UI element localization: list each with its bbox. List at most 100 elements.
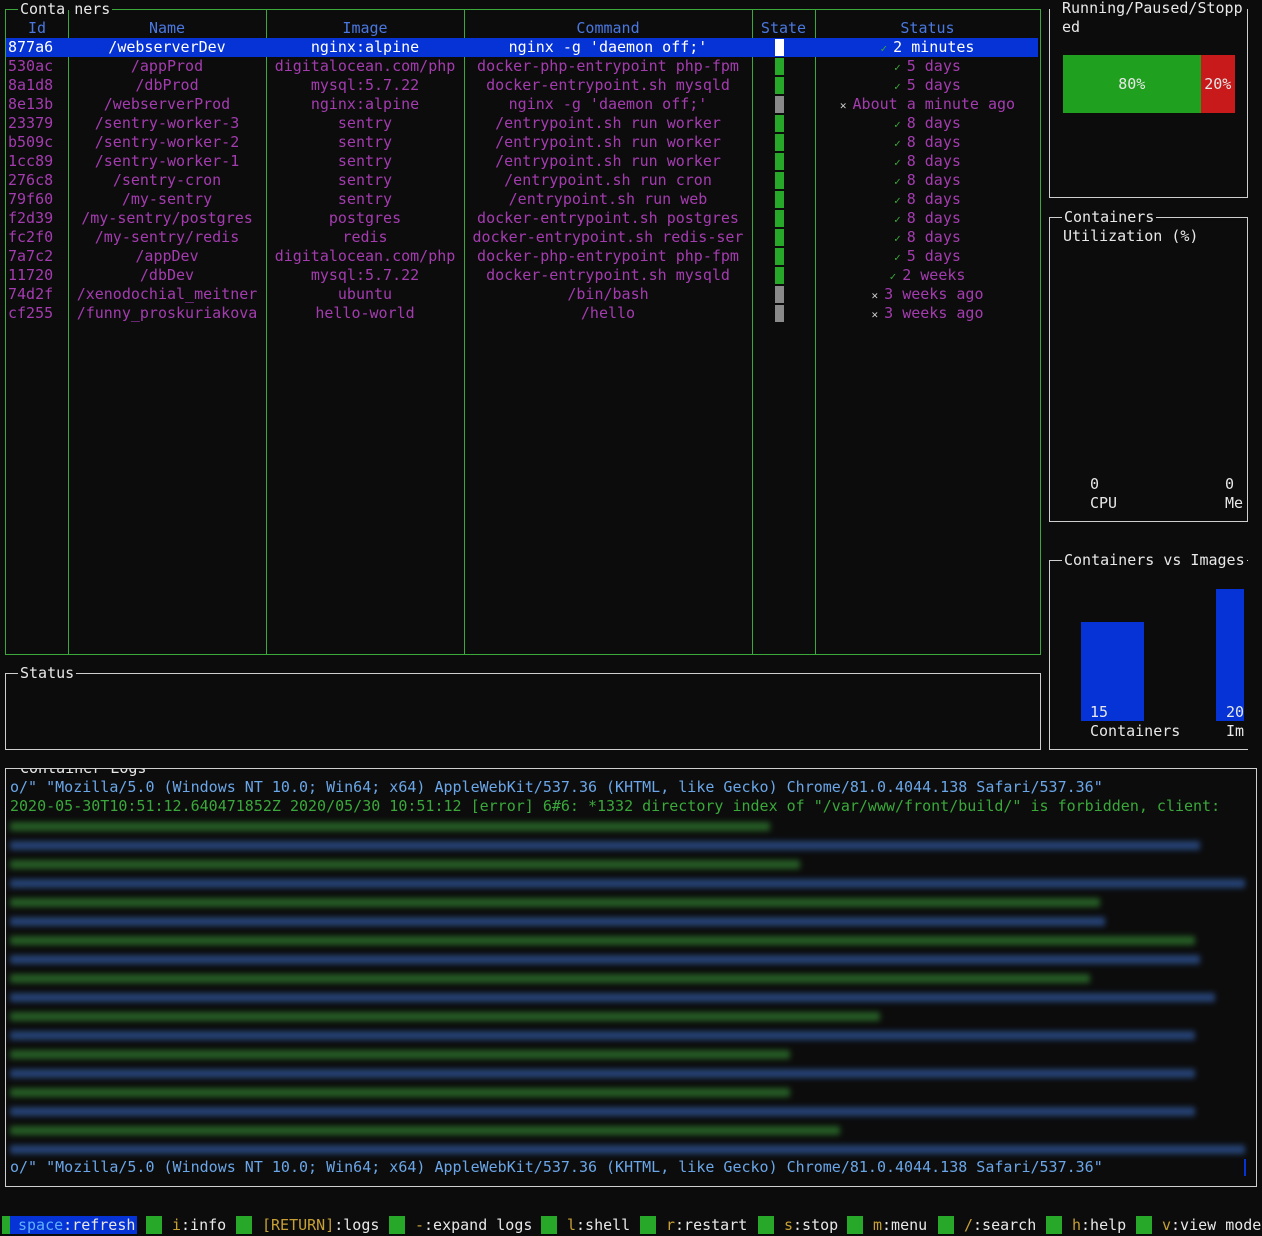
container-logs-title: Container Logs: [18, 769, 149, 778]
utilization-title-line1: Containers: [1062, 208, 1157, 227]
cell-command: docker-entrypoint.sh mysqld: [486, 266, 730, 284]
column-header-state[interactable]: State: [752, 19, 815, 38]
column-header-command[interactable]: Command: [464, 19, 752, 38]
container-row[interactable]: f2d39/my-sentry/postgres postgres docker-e…: [6, 209, 1038, 228]
container-row[interactable]: 23379/sentry-worker-3 sentry/entrypoint.s…: [6, 114, 1038, 133]
blurred-log-line: [10, 1050, 790, 1059]
blurred-log-line: [10, 898, 1100, 907]
key-shell-button[interactable]: l:shell: [567, 1216, 630, 1234]
container-row[interactable]: 1cc89/sentry-worker-1 sentry/entrypoint.s…: [6, 152, 1038, 171]
images-bar: [1216, 589, 1244, 721]
cvi-title: Containers vs Images: [1062, 551, 1247, 570]
key-desc: :help: [1081, 1216, 1127, 1234]
state-indicator: [775, 210, 784, 227]
check-icon: ✓: [894, 137, 901, 150]
cell-status: ✓ 5 days: [815, 247, 1040, 266]
key-separator: [640, 1216, 656, 1234]
blurred-log-line: [10, 974, 1090, 983]
check-icon: ✓: [894, 61, 901, 74]
container-row[interactable]: 79f60/my-sentry sentry/entrypoint.sh run …: [6, 190, 1038, 209]
check-icon: ✓: [894, 213, 901, 226]
container-row[interactable]: 11720/dbDev mysql:5.7.22 docker-entrypoint…: [6, 266, 1038, 285]
cell-id: 530ac: [8, 57, 54, 75]
container-row[interactable]: 530ac/appProd digitalocean.com/php docker-…: [6, 57, 1038, 76]
key-label: space: [18, 1216, 64, 1234]
running-paused-stopped-panel: Running/Paused/Stopp ed 80% 20%: [1049, 0, 1248, 198]
container-row[interactable]: b509c/sentry-worker-2 sentry/entrypoint.s…: [6, 133, 1038, 152]
containers-vs-images-panel: Containers vs Images 15 20 Containers Im: [1049, 551, 1248, 750]
state-indicator: [775, 153, 784, 170]
status-text: 2 weeks: [902, 266, 966, 284]
key-viewmode-button[interactable]: v:view mode: [1162, 1216, 1261, 1234]
container-row[interactable]: 877a6/webserverDev nginx:alpine nginx -g '…: [6, 38, 1038, 57]
log-line-error: 2020-05-30T10:51:12.640471852Z 2020/05/3…: [10, 797, 1221, 815]
key-stop-button[interactable]: s:stop: [784, 1216, 838, 1234]
container-row[interactable]: 8a1d8/dbProd mysql:5.7.22 docker-entrypoin…: [6, 76, 1038, 95]
status-text: 8 days: [906, 114, 961, 132]
cell-name: /appProd: [130, 57, 204, 75]
column-header-id[interactable]: Id: [6, 19, 68, 38]
key-label: /: [964, 1216, 974, 1234]
key-logs-button[interactable]: [RETURN]:logs: [262, 1216, 379, 1234]
cell-image: ubuntu: [337, 285, 393, 303]
container-row[interactable]: fc2f0/my-sentry/redis redis docker-entrypo…: [6, 228, 1038, 247]
cell-image: hello-world: [315, 304, 415, 322]
cell-id: 877a6: [8, 38, 54, 56]
blurred-log-line: [10, 860, 800, 869]
key-desc: :refresh: [63, 1216, 136, 1234]
running-stopped-bar: 80% 20%: [1063, 55, 1235, 113]
state-indicator: [775, 172, 784, 189]
container-row[interactable]: 276c8/sentry-cron sentry/entrypoint.sh ru…: [6, 171, 1038, 190]
cell-command: /hello: [580, 304, 636, 322]
blurred-log-line: [10, 955, 1200, 964]
key-label: r: [666, 1216, 676, 1234]
key-label: l: [567, 1216, 577, 1234]
key-label: m: [873, 1216, 883, 1234]
state-indicator: [775, 229, 784, 246]
cell-name: /sentry-worker-1: [94, 152, 240, 170]
cell-image: sentry: [337, 133, 393, 151]
key-help-button[interactable]: h:help: [1072, 1216, 1126, 1234]
key-menu-button[interactable]: m:menu: [873, 1216, 927, 1234]
key-desc: :search: [973, 1216, 1037, 1234]
column-header-name[interactable]: Name: [68, 19, 266, 38]
cell-name: /sentry-worker-3: [94, 114, 240, 132]
cell-id: 7a7c2: [8, 247, 54, 265]
key-info-button[interactable]: i:info: [172, 1216, 226, 1234]
key-separator: [1046, 1216, 1062, 1234]
key-label: [RETURN]: [262, 1216, 335, 1234]
cell-command: docker-php-entrypoint php-fpm: [477, 247, 739, 265]
column-header-image[interactable]: Image: [266, 19, 464, 38]
key-search-button[interactable]: /:search: [964, 1216, 1036, 1234]
container-logs-panel[interactable]: Container Logs o/" "Mozilla/5.0 (Windows…: [5, 768, 1257, 1187]
cell-command: /entrypoint.sh run web: [508, 190, 708, 208]
container-row[interactable]: 8e13b/webserverProd nginx:alpine nginx -g …: [6, 95, 1038, 114]
key-expandlogs-button[interactable]: -:expand logs: [415, 1216, 532, 1234]
containers-panel: Conta ners Id Name Image Command State S…: [5, 0, 1041, 655]
cell-command: /entrypoint.sh run worker: [495, 152, 721, 170]
check-icon: ✓: [894, 194, 901, 207]
state-indicator: [775, 134, 784, 151]
container-row[interactable]: 74d2f/xenodochial_meitner ubuntu/bin/bash…: [6, 285, 1038, 304]
mem-label: Me: [1225, 494, 1244, 512]
cell-image: sentry: [337, 171, 393, 189]
key-desc: :info: [181, 1216, 227, 1234]
column-header-status[interactable]: Status: [815, 19, 1040, 38]
blurred-log-line: [10, 1088, 790, 1097]
status-text: 5 days: [906, 57, 961, 75]
key-restart-button[interactable]: r:restart: [666, 1216, 747, 1234]
blurred-log-line: [10, 879, 1245, 888]
container-row[interactable]: 7a7c2/appDev digitalocean.com/php docker-p…: [6, 247, 1038, 266]
key-label: s: [784, 1216, 794, 1234]
cell-command: /entrypoint.sh run cron: [504, 171, 712, 189]
key-desc: :logs: [334, 1216, 380, 1234]
container-row[interactable]: cf255/funny_proskuriakova hello-world/hel…: [6, 304, 1038, 323]
cell-id: b509c: [8, 133, 54, 151]
key-separator: [2, 1216, 10, 1234]
check-icon: ✓: [894, 175, 901, 188]
check-icon: ✓: [880, 42, 888, 55]
log-cursor: [1244, 1159, 1246, 1176]
blurred-log-line: [10, 822, 770, 831]
cell-image: redis: [342, 228, 388, 246]
key-refresh-button[interactable]: space:refresh: [2, 1216, 138, 1234]
